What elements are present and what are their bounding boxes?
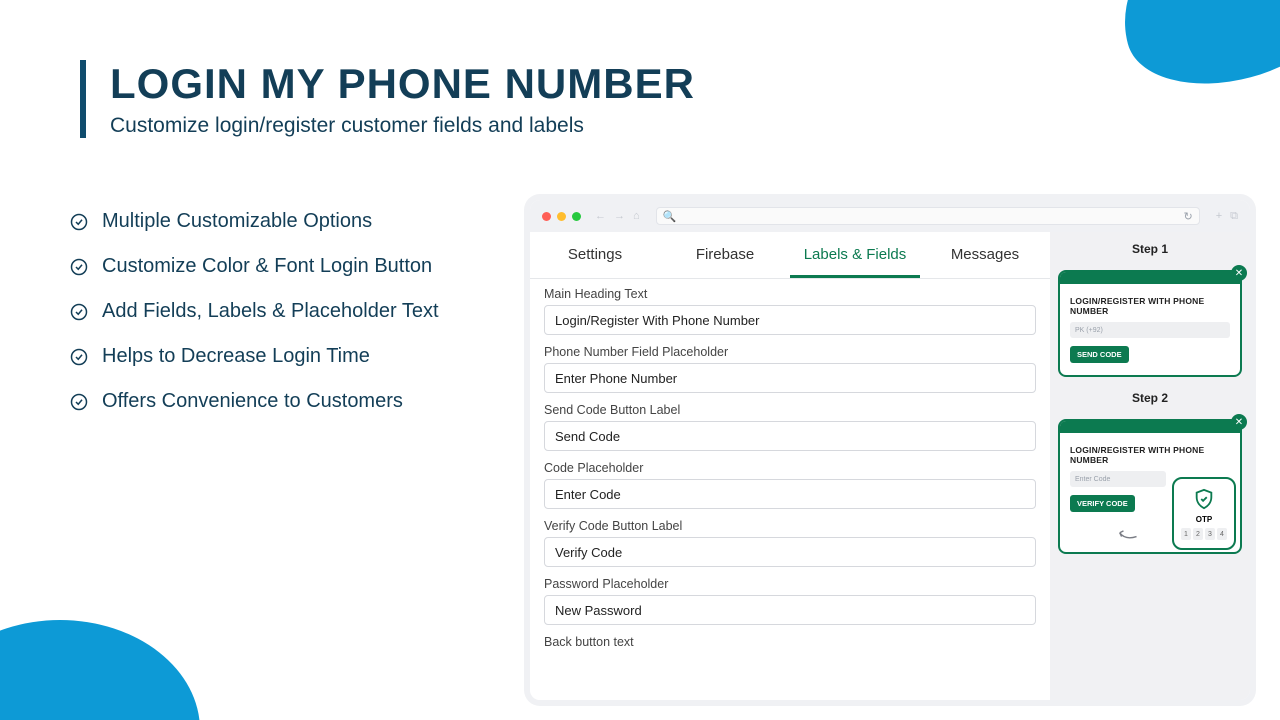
- app-window: ← → ⌂ 🔍 ↻ + ⧉ Settings Firebase Labels &…: [530, 200, 1250, 700]
- window-titlebar: ← → ⌂ 🔍 ↻ + ⧉: [530, 200, 1250, 232]
- phone-placeholder-label: Phone Number Field Placeholder: [544, 345, 1036, 359]
- tab-messages[interactable]: Messages: [920, 232, 1050, 278]
- decorative-blob-bottom-left: [0, 620, 200, 720]
- otp-label: OTP: [1196, 515, 1212, 524]
- feature-item: Add Fields, Labels & Placeholder Text: [70, 300, 439, 323]
- close-icon[interactable]: ✕: [1231, 414, 1247, 430]
- step2-label: Step 2: [1058, 391, 1242, 405]
- feature-list: Multiple Customizable Options Customize …: [70, 210, 439, 435]
- feature-text: Add Fields, Labels & Placeholder Text: [102, 300, 439, 323]
- traffic-light-zoom[interactable]: [572, 212, 581, 221]
- verify-code-label: Verify Code Button Label: [544, 519, 1036, 533]
- new-tab-icon[interactable]: +: [1216, 210, 1222, 223]
- reload-icon[interactable]: ↻: [1183, 210, 1192, 223]
- feature-item: Helps to Decrease Login Time: [70, 345, 439, 368]
- close-icon[interactable]: ✕: [1231, 265, 1247, 281]
- arrow-icon: [1116, 516, 1144, 544]
- phone-placeholder-input[interactable]: [544, 363, 1036, 393]
- window-actions: + ⧉: [1216, 210, 1238, 223]
- check-icon: [70, 348, 88, 366]
- page-title: LOGIN MY PHONE NUMBER: [110, 60, 695, 108]
- code-placeholder-label: Code Placeholder: [544, 461, 1036, 475]
- check-icon: [70, 213, 88, 231]
- main-heading-label: Main Heading Text: [544, 287, 1036, 301]
- preview-title: LOGIN/REGISTER WITH PHONE NUMBER: [1070, 445, 1230, 465]
- back-button-label: Back button text: [544, 635, 1036, 649]
- page-header: LOGIN MY PHONE NUMBER Customize login/re…: [80, 60, 695, 138]
- traffic-light-close[interactable]: [542, 212, 551, 221]
- feature-item: Customize Color & Font Login Button: [70, 255, 439, 278]
- shield-icon: [1193, 487, 1215, 511]
- tab-settings[interactable]: Settings: [530, 232, 660, 278]
- search-icon: 🔍: [663, 210, 677, 223]
- check-icon: [70, 303, 88, 321]
- preview-title: LOGIN/REGISTER WITH PHONE NUMBER: [1070, 296, 1230, 316]
- send-code-label: Send Code Button Label: [544, 403, 1036, 417]
- send-code-input[interactable]: [544, 421, 1036, 451]
- code-placeholder-input[interactable]: [544, 479, 1036, 509]
- preview-phone-otp: OTP 1 2 3 4: [1172, 477, 1236, 550]
- preview-verify-button: VERIFY CODE: [1070, 495, 1135, 512]
- preview-card-step1: ✕ LOGIN/REGISTER WITH PHONE NUMBER PK (+…: [1058, 270, 1242, 377]
- preview-sidebar: Step 1 ✕ LOGIN/REGISTER WITH PHONE NUMBE…: [1050, 232, 1250, 700]
- feature-item: Offers Convenience to Customers: [70, 390, 439, 413]
- password-placeholder-label: Password Placeholder: [544, 577, 1036, 591]
- feature-text: Customize Color & Font Login Button: [102, 255, 432, 278]
- traffic-light-minimize[interactable]: [557, 212, 566, 221]
- feature-text: Helps to Decrease Login Time: [102, 345, 370, 368]
- verify-code-input[interactable]: [544, 537, 1036, 567]
- feature-text: Offers Convenience to Customers: [102, 390, 403, 413]
- check-icon: [70, 393, 88, 411]
- tab-labels-fields[interactable]: Labels & Fields: [790, 232, 920, 278]
- preview-phone-input: PK (+92): [1070, 322, 1230, 338]
- labels-form: Main Heading Text Phone Number Field Pla…: [530, 279, 1050, 659]
- step1-label: Step 1: [1058, 242, 1242, 256]
- otp-cells: 1 2 3 4: [1181, 528, 1227, 540]
- main-heading-input[interactable]: [544, 305, 1036, 335]
- address-bar[interactable]: 🔍 ↻: [656, 207, 1200, 225]
- check-icon: [70, 258, 88, 276]
- preview-code-input: Enter Code: [1070, 471, 1166, 487]
- tab-firebase[interactable]: Firebase: [660, 232, 790, 278]
- copy-icon[interactable]: ⧉: [1230, 210, 1238, 223]
- feature-item: Multiple Customizable Options: [70, 210, 439, 233]
- back-icon[interactable]: ←: [595, 210, 606, 222]
- password-placeholder-input[interactable]: [544, 595, 1036, 625]
- decorative-blob-top-right: [1103, 0, 1280, 106]
- preview-send-button: SEND CODE: [1070, 346, 1129, 363]
- forward-icon[interactable]: →: [614, 210, 625, 222]
- tab-bar: Settings Firebase Labels & Fields Messag…: [530, 232, 1050, 279]
- home-icon[interactable]: ⌂: [633, 210, 640, 222]
- page-subtitle: Customize login/register customer fields…: [110, 114, 695, 138]
- feature-text: Multiple Customizable Options: [102, 210, 372, 233]
- nav-controls: ← → ⌂: [595, 210, 640, 222]
